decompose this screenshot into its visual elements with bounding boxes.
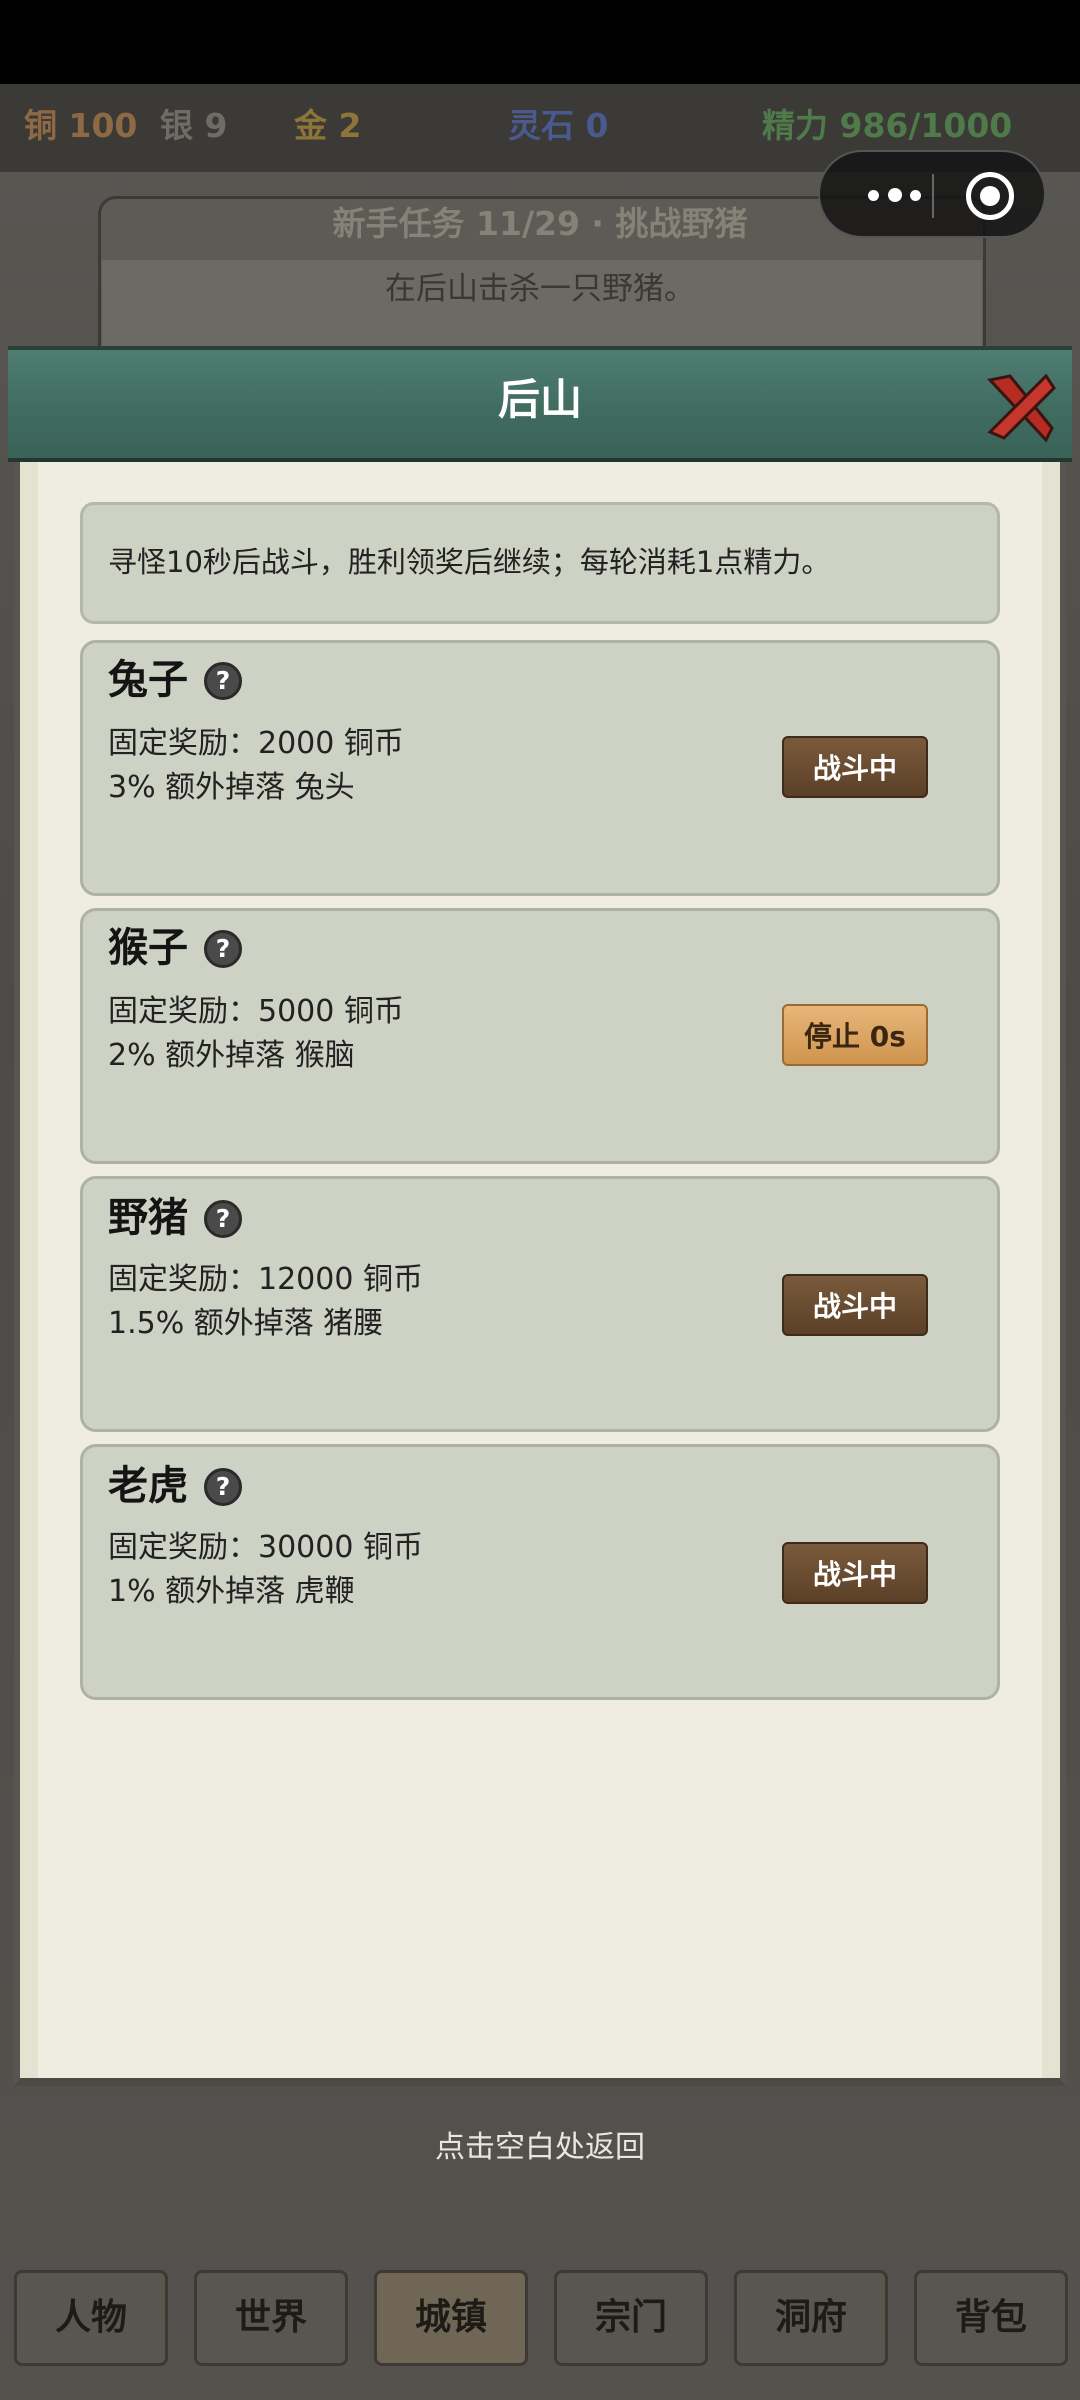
spirit-stone-counter: 灵石 0 (508, 106, 609, 145)
help-question-icon[interactable]: ? (204, 930, 242, 968)
capsule-divider (932, 174, 934, 218)
nav-tab-character[interactable]: 人物 (14, 2270, 168, 2366)
nav-tab-bag[interactable]: 背包 (914, 2270, 1068, 2366)
monster-drop: 1.5% 额外掉落 猪腰 (108, 1306, 384, 1341)
more-dots-icon[interactable] (860, 182, 930, 210)
nav-tab-town[interactable]: 城镇 (374, 2270, 528, 2366)
gold-counter: 金 2 (294, 106, 362, 145)
nav-tab-sect[interactable]: 宗门 (554, 2270, 708, 2366)
monster-reward: 固定奖励：12000 铜币 (108, 1262, 423, 1297)
silver-counter: 银 9 (160, 106, 228, 145)
info-text: 寻怪10秒后战斗，胜利领奖后继续；每轮消耗1点精力。 (108, 545, 831, 579)
stop-button[interactable]: 停止 0s (782, 1004, 928, 1066)
nav-tab-cave[interactable]: 洞府 (734, 2270, 888, 2366)
modal-title: 后山 (497, 375, 582, 424)
back-hint[interactable]: 点击空白处返回 (0, 2124, 1080, 2172)
help-question-icon[interactable]: ? (204, 662, 242, 700)
monster-name: 老虎 (108, 1463, 188, 1509)
monster-drop: 1% 额外掉落 虎鞭 (108, 1574, 355, 1609)
monster-reward: 固定奖励：2000 铜币 (108, 726, 404, 761)
copper-counter: 铜 100 (24, 106, 138, 145)
close-x-icon[interactable] (980, 366, 1062, 448)
monster-reward: 固定奖励：5000 铜币 (108, 994, 404, 1029)
help-question-icon[interactable]: ? (204, 1468, 242, 1506)
monster-reward: 固定奖励：30000 铜币 (108, 1530, 423, 1565)
nav-tab-world[interactable]: 世界 (194, 2270, 348, 2366)
energy-counter: 精力 986/1000 (762, 106, 1013, 145)
battle-button[interactable]: 战斗中 (782, 736, 928, 798)
help-question-icon[interactable]: ? (204, 1200, 242, 1238)
target-circle-icon[interactable] (966, 172, 1014, 220)
quest-description: 在后山击杀一只野猪。 (385, 271, 695, 307)
monster-name: 猴子 (108, 925, 188, 971)
battle-button[interactable]: 战斗中 (782, 1542, 928, 1604)
monster-name: 野猪 (108, 1195, 188, 1241)
miniprogram-capsule (818, 150, 1046, 238)
monster-drop: 2% 额外掉落 猴脑 (108, 1038, 355, 1073)
monster-drop: 3% 额外掉落 兔头 (108, 770, 355, 805)
battle-button[interactable]: 战斗中 (782, 1274, 928, 1336)
monster-name: 兔子 (108, 657, 188, 703)
